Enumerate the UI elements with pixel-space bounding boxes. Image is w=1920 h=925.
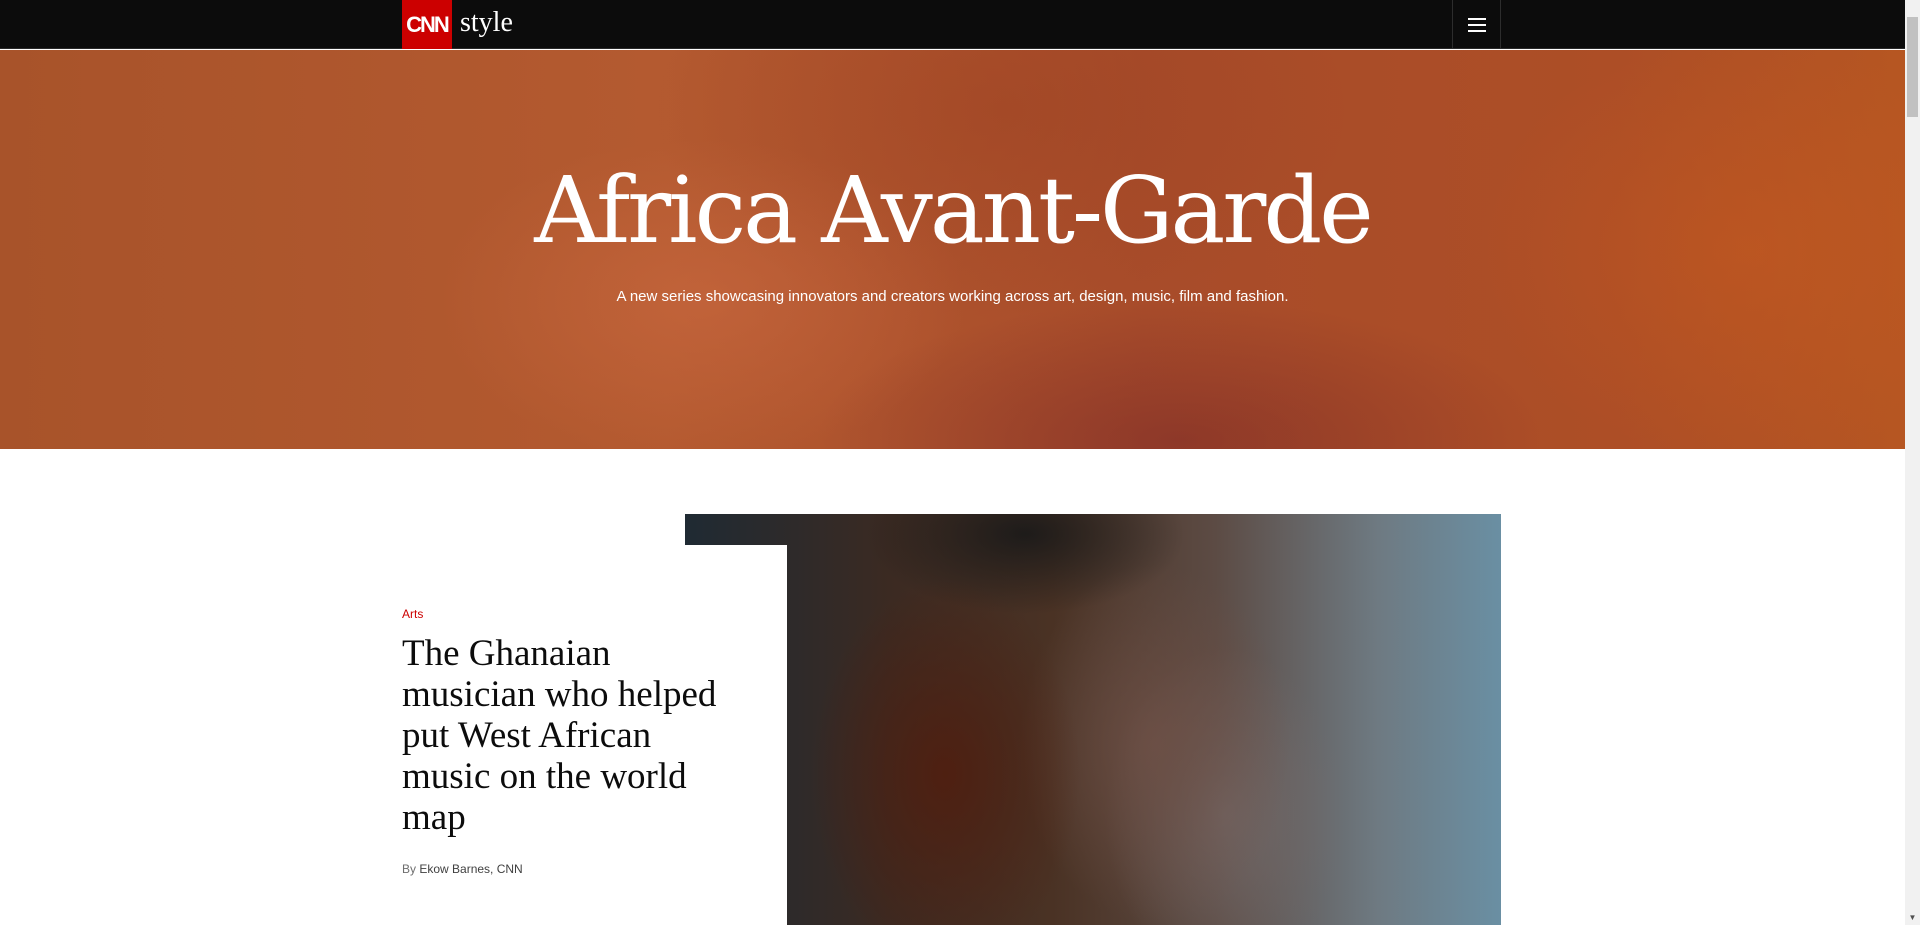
cnn-style-logo-link[interactable]: CNN style: [402, 0, 513, 49]
menu-icon-line: [1467, 17, 1486, 20]
menu-icon-line: [1467, 29, 1486, 32]
menu-button[interactable]: [1452, 0, 1501, 49]
section-name-style: style: [460, 6, 513, 38]
vertical-scrollbar[interactable]: ▼: [1905, 0, 1920, 925]
byline-author: Ekow Barnes, CNN: [419, 862, 523, 876]
page: CNN style Africa Avant-Garde A new serie…: [0, 0, 1905, 925]
article-category-link[interactable]: Arts: [402, 607, 742, 621]
article-byline: By Ekow Barnes, CNN: [402, 862, 742, 876]
hero-subtitle: A new series showcasing innovators and c…: [616, 288, 1289, 305]
top-navigation-bar: CNN style: [0, 0, 1905, 49]
hero-title: Africa Avant-Garde: [534, 157, 1373, 264]
cnn-logo-mark: CNN: [402, 0, 452, 49]
menu-icon-line: [1467, 23, 1486, 26]
hero-banner: Africa Avant-Garde A new series showcasi…: [0, 50, 1905, 449]
feature-article-image[interactable]: [685, 514, 1501, 925]
feature-article: Arts The Ghanaian musician who helped pu…: [402, 607, 742, 876]
scrollbar-thumb[interactable]: [1907, 17, 1918, 117]
scroll-down-arrow-icon[interactable]: ▼: [1905, 910, 1920, 925]
hamburger-menu-icon: [1467, 17, 1486, 32]
byline-prefix: By: [402, 862, 417, 876]
article-headline-link[interactable]: The Ghanaian musician who helped put Wes…: [402, 633, 742, 838]
